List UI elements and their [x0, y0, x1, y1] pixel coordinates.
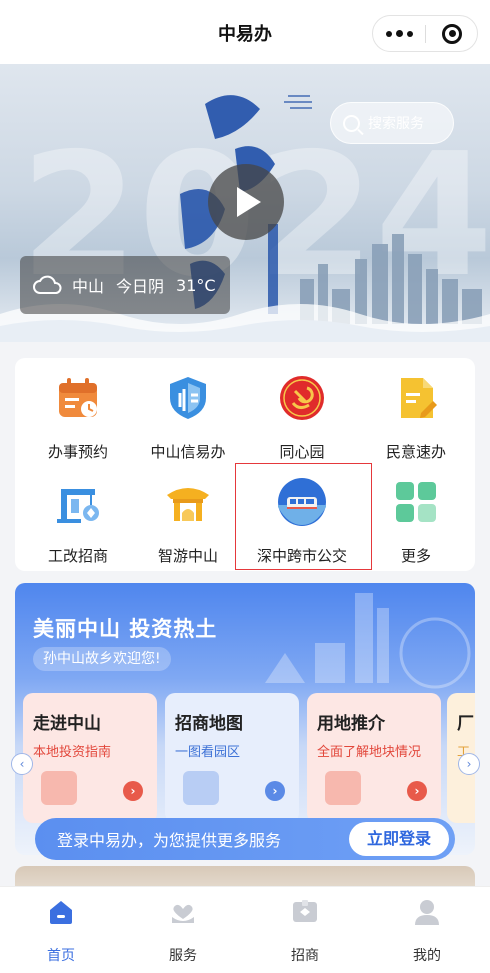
service-appointment[interactable]: 办事预约 [22, 373, 134, 462]
chevron-right-icon: › [265, 781, 285, 801]
tab-label: 首页 [47, 948, 75, 964]
service-label: 更多 [400, 547, 431, 565]
tab-label: 招商 [291, 948, 319, 964]
chevron-right-icon: › [123, 781, 143, 801]
service-public-opinion[interactable]: 民意速办 [360, 373, 472, 462]
hero-banner[interactable]: 2024 搜索服务 [0, 64, 490, 342]
grid-icon [396, 482, 436, 522]
service-heart-icon [172, 904, 194, 923]
home-icon [50, 901, 72, 924]
search-bar[interactable]: 搜索服务 [330, 102, 454, 144]
close-mini-program-button[interactable] [426, 16, 478, 51]
card-subtitle: 本地投资指南 [33, 745, 112, 760]
chevron-right-icon: › [407, 781, 427, 801]
service-label: 工改招商 [47, 547, 108, 565]
service-label: 同心园 [279, 443, 325, 461]
document-edit-icon [401, 378, 437, 418]
carousel-next-button[interactable]: › [458, 753, 480, 775]
card-subtitle: 一图看园区 [175, 745, 241, 760]
tab-label: 我的 [413, 948, 441, 964]
selection-highlight [235, 463, 372, 570]
bottom-tab-bar: 首页 服务 招商 我的 [0, 886, 490, 973]
crane-icon [57, 489, 99, 523]
shield-icon [170, 377, 206, 419]
weather-widget: 中山 今日阴 31°C [20, 256, 230, 314]
more-options-button[interactable] [373, 16, 425, 51]
tab-home[interactable]: 首页 [16, 897, 106, 965]
service-construction-investment[interactable]: 工改招商 [22, 477, 134, 566]
service-more[interactable]: 更多 [360, 477, 472, 566]
tab-investment[interactable]: 招商 [260, 897, 350, 965]
service-label: 智游中山 [157, 547, 218, 565]
target-icon [442, 23, 462, 44]
map-pin-icon [183, 771, 219, 805]
user-icon [415, 900, 439, 925]
login-prompt-bar: 登录中易办，为您提供更多服务 立即登录 [35, 818, 455, 860]
card-title: 厂 [457, 714, 474, 734]
calendar-icon [59, 378, 97, 417]
card-title: 走进中山 [33, 714, 101, 734]
investment-card-icon [293, 900, 317, 922]
service-label: 民意速办 [385, 443, 446, 461]
app-header: 中易办 [0, 0, 490, 64]
card-subtitle: 全面了解地块情况 [317, 745, 422, 760]
service-label: 中山信易办 [150, 443, 226, 461]
search-placeholder: 搜索服务 [368, 116, 424, 132]
login-button[interactable]: 立即登录 [349, 822, 449, 856]
play-video-button[interactable] [208, 164, 284, 240]
mini-program-capsule [372, 15, 478, 52]
weather-temperature: 31°C [176, 275, 216, 295]
pavilion-icon [167, 488, 209, 521]
carousel-prev-button[interactable]: ‹ [11, 753, 33, 775]
promo-card-land[interactable]: 用地推介 全面了解地块情况 › [307, 693, 441, 823]
tab-profile[interactable]: 我的 [382, 897, 472, 965]
service-credit[interactable]: 中山信易办 [132, 373, 244, 462]
search-icon [343, 114, 360, 132]
land-plot-icon [325, 771, 361, 805]
investment-promo: 美丽中山 投资热土 孙中山故乡欢迎您! 走进中山 本地投资指南 › 招商地图 一… [15, 583, 475, 855]
promo-card-map[interactable]: 招商地图 一图看园区 › [165, 693, 299, 823]
service-tongxinyuan[interactable]: 同心园 [246, 373, 358, 462]
card-title: 招商地图 [175, 714, 243, 734]
tab-label: 服务 [169, 948, 197, 964]
party-emblem-icon [280, 376, 324, 420]
compass-icon [41, 771, 77, 805]
promo-title: 美丽中山 投资热土 [33, 617, 218, 641]
weather-condition: 今日阴 [116, 277, 165, 296]
service-label: 办事预约 [47, 443, 108, 461]
play-icon [237, 187, 261, 217]
cloud-icon [33, 275, 62, 294]
promo-card-visit[interactable]: 走进中山 本地投资指南 › [23, 693, 157, 823]
tab-services[interactable]: 服务 [138, 897, 228, 965]
service-smart-tour[interactable]: 智游中山 [132, 477, 244, 566]
weather-city: 中山 [72, 277, 105, 296]
promo-subtitle: 孙中山故乡欢迎您! [33, 647, 171, 671]
login-prompt-text: 登录中易办，为您提供更多服务 [57, 831, 282, 850]
card-title: 用地推介 [317, 714, 385, 734]
